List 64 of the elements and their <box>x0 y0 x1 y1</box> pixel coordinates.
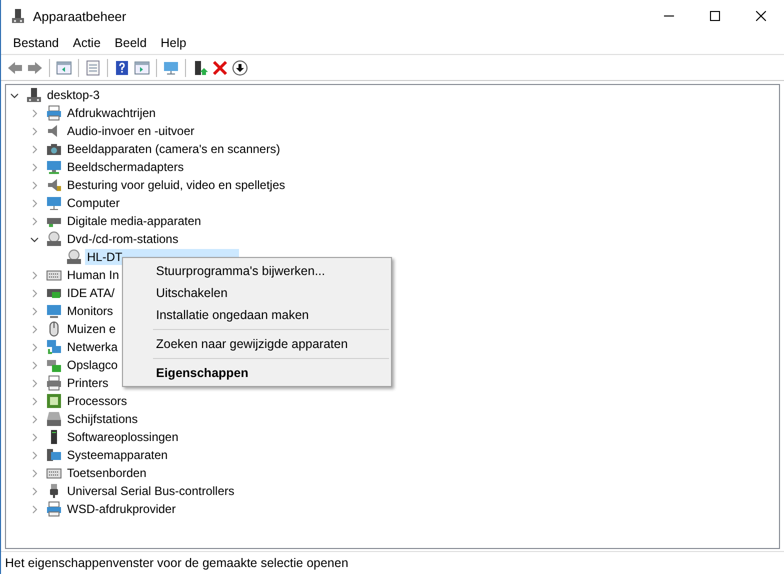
computer-icon <box>11 8 25 24</box>
maximize-icon <box>710 11 720 21</box>
tree-item[interactable]: Beeldschermadapters <box>65 159 186 175</box>
tree-item[interactable]: Schijfstations <box>65 411 140 427</box>
monitor-icon <box>46 303 62 319</box>
list-icon[interactable] <box>85 60 101 76</box>
tree-item[interactable]: Human In <box>65 267 122 283</box>
menu-item[interactable]: Stuurprogramma's bijwerken... <box>123 260 391 282</box>
menu-item[interactable]: Zoeken naar gewijzigde apparaten <box>123 333 391 355</box>
chevron-icon[interactable] <box>10 90 19 100</box>
delete-icon[interactable] <box>212 60 228 76</box>
speaker-icon <box>46 177 62 193</box>
tree-item[interactable]: Monitors <box>65 303 116 319</box>
download-icon[interactable] <box>232 60 248 76</box>
tree-item[interactable]: Computer <box>65 195 122 211</box>
menu-item[interactable]: Uitschakelen <box>123 282 391 304</box>
tree-item[interactable]: Softwareoplossingen <box>65 429 180 445</box>
tree-item[interactable]: Audio-invoer en -uitvoer <box>65 123 196 139</box>
tree-item[interactable]: Netwerka <box>65 339 120 355</box>
network-icon <box>46 339 62 355</box>
window-title: Apparaatbeheer <box>33 8 128 24</box>
forward-icon[interactable] <box>27 60 43 76</box>
printer-icon <box>46 501 62 517</box>
back-icon[interactable] <box>7 60 23 76</box>
menu-item[interactable]: Bestand <box>6 36 66 50</box>
tree-item[interactable]: Dvd-/cd-rom-stations <box>65 231 180 247</box>
menu-item[interactable]: Beeld <box>108 36 154 50</box>
tree-item[interactable]: Universal Serial Bus-controllers <box>65 483 236 499</box>
chevron-icon[interactable] <box>30 234 39 244</box>
monitor-icon <box>46 159 62 175</box>
help-icon[interactable] <box>114 60 130 76</box>
tree-item[interactable]: IDE ATA/ <box>65 285 117 301</box>
status-text: Het eigenschappenvenster voor de gemaakte selectie openen <box>5 556 348 570</box>
printer-icon <box>46 375 62 391</box>
computer-icon[interactable] <box>192 60 208 76</box>
tree-item[interactable]: Beeldapparaten (camera's en scanners) <box>65 141 282 157</box>
tree-item[interactable]: WSD-afdrukprovider <box>65 501 178 517</box>
tree-item[interactable]: Systeemapparaten <box>65 447 170 463</box>
disc-drive-icon <box>46 231 62 247</box>
disk-drive-icon <box>46 411 62 427</box>
camera-icon <box>46 141 62 157</box>
tree-item[interactable]: Opslagco <box>65 357 120 373</box>
tree-item[interactable]: Processors <box>65 393 130 409</box>
chip-icon <box>46 393 62 409</box>
menu-item[interactable]: Eigenschappen <box>123 362 391 384</box>
storage-icon <box>46 357 62 373</box>
tree-item[interactable]: desktop-3 <box>45 87 102 103</box>
monitor-icon[interactable] <box>163 60 179 76</box>
printer-icon <box>46 105 62 121</box>
menu-item[interactable]: Actie <box>66 36 108 50</box>
menu-item[interactable]: Help <box>154 36 194 50</box>
window-icon[interactable] <box>134 60 150 76</box>
monitor-icon <box>46 195 62 211</box>
tree-item[interactable]: Besturing voor geluid, video en spelletjes <box>65 177 288 193</box>
computer-icon <box>26 87 42 103</box>
tree-item[interactable]: Digitale media-apparaten <box>65 213 204 229</box>
disc-drive-icon <box>66 249 82 265</box>
tree-item[interactable]: Toetsenborden <box>65 465 148 481</box>
tree-item[interactable]: Printers <box>65 375 110 391</box>
tree-item[interactable]: Afdrukwachtrijen <box>65 105 158 121</box>
window-icon[interactable] <box>56 60 72 76</box>
tree-item[interactable]: Muizen e <box>65 321 118 337</box>
menu-item[interactable]: Installatie ongedaan maken <box>123 304 391 326</box>
close-icon <box>756 11 766 21</box>
